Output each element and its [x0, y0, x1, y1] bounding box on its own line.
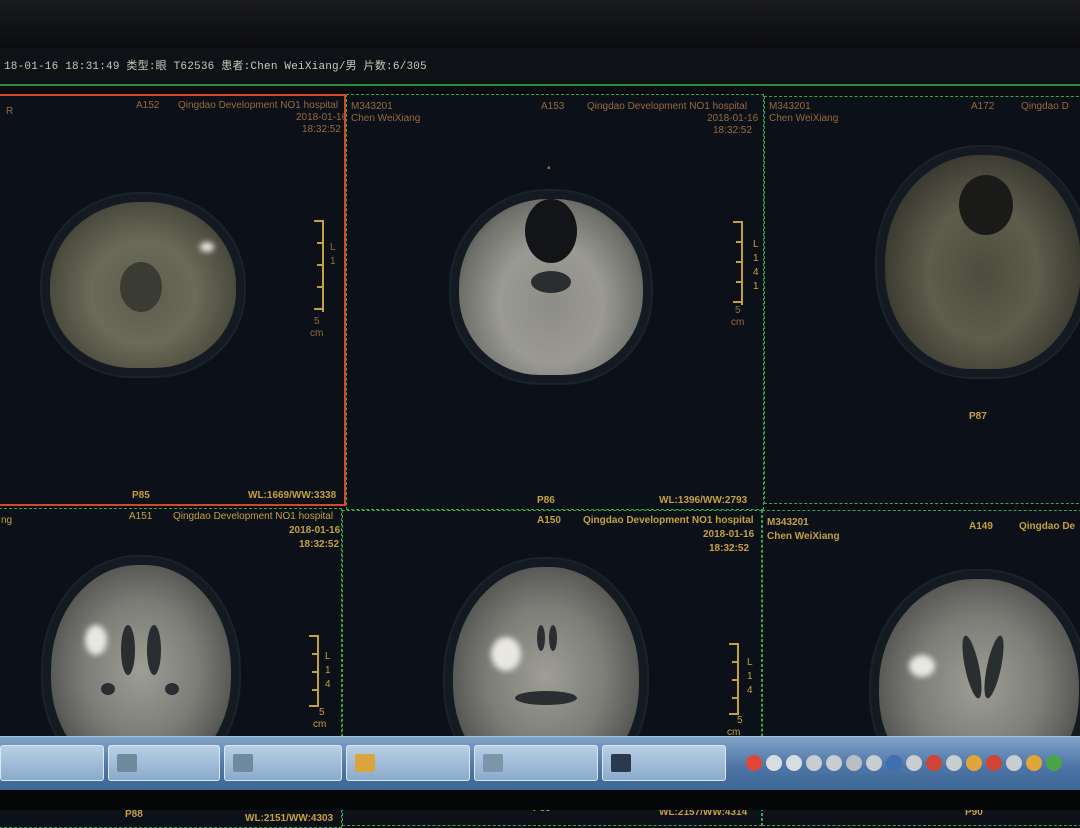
- app-icon: [117, 754, 137, 772]
- patient-id: M343201: [769, 101, 811, 112]
- study-info-text: 18-01-16 18:31:49 类型:眼 T62536 患者:Chen We…: [4, 61, 427, 73]
- folder-icon: [355, 754, 375, 772]
- orient-4: 4: [753, 267, 759, 278]
- windows-taskbar: [0, 736, 1080, 791]
- scale-unit: cm: [731, 317, 745, 328]
- tray-icon[interactable]: [786, 755, 802, 771]
- hospital-name: Qingdao Development NO1 hospital: [583, 515, 754, 526]
- scale-ruler: [314, 220, 328, 312]
- scale-unit: cm: [313, 719, 327, 730]
- tray-icon[interactable]: [986, 755, 1002, 771]
- slice-label: A149: [969, 521, 993, 532]
- tray-icon[interactable]: [766, 755, 782, 771]
- scale-ruler: [733, 221, 747, 305]
- scale-number: 5: [737, 715, 743, 726]
- slice-label: A153: [541, 101, 565, 112]
- hospital-name: Qingdao Development NO1 hospital: [173, 511, 334, 522]
- hospital-name: Qingdao Development NO1 hospital: [587, 101, 748, 112]
- study-date: 2018-01-16: [289, 525, 341, 536]
- patient-name: Chen WeiXiang: [351, 113, 421, 124]
- image-label: P86: [537, 495, 555, 506]
- help-icon[interactable]: [886, 755, 902, 771]
- scale-unit: cm: [310, 328, 324, 339]
- scale-number: 5: [735, 305, 741, 316]
- brain-slice-image: [459, 199, 643, 375]
- tray-icon[interactable]: [926, 755, 942, 771]
- scale-number: 5: [314, 316, 320, 327]
- tray-icon[interactable]: [1026, 755, 1042, 771]
- patient-id: M343201: [767, 517, 809, 528]
- orient-0: L: [325, 651, 331, 662]
- patient-id: M343201: [351, 101, 393, 112]
- orient-2: 1: [325, 665, 331, 676]
- study-time: 18:32:52: [302, 124, 341, 135]
- monitor-icon: [611, 754, 631, 772]
- orient-2: 1: [747, 671, 753, 682]
- orient-4: 4: [325, 679, 331, 690]
- window-level: WL:1396/WW:2793: [659, 495, 748, 506]
- viewport-p87[interactable]: M343201 Chen WeiXiang A172 Qingdao D P87: [764, 96, 1080, 504]
- tray-icon[interactable]: [1046, 755, 1062, 771]
- image-grid: R A152 Qingdao Development NO1 hospital …: [0, 90, 1080, 828]
- orient-6: 1: [753, 281, 759, 292]
- scale-number: 5: [319, 707, 325, 718]
- viewport-p85[interactable]: R A152 Qingdao Development NO1 hospital …: [0, 94, 346, 506]
- scale-ruler: [729, 643, 743, 715]
- tray-icon[interactable]: [966, 755, 982, 771]
- taskbar-button-2[interactable]: [108, 745, 220, 781]
- orient-0: L: [330, 242, 336, 253]
- viewport-p86[interactable]: A153 Qingdao Development NO1 hospital M3…: [346, 94, 764, 510]
- image-label: P85: [132, 490, 150, 501]
- taskbar-button-1[interactable]: [0, 745, 104, 781]
- taskbar-button-4[interactable]: [346, 745, 470, 781]
- keyboard-icon[interactable]: [826, 755, 842, 771]
- brain-slice-image: [50, 202, 236, 368]
- tray-icon[interactable]: [1006, 755, 1022, 771]
- marker-glyph: ▪: [547, 163, 551, 174]
- patient-name: Chen WeiXiang: [767, 531, 840, 542]
- slice-label: A150: [537, 515, 561, 526]
- orient-4: 4: [747, 685, 753, 696]
- scale-ruler: [309, 635, 323, 707]
- left-tag: R: [6, 106, 14, 117]
- slice-label: A172: [971, 101, 995, 112]
- hospital-name: Qingdao De: [1019, 521, 1076, 532]
- monitor-bezel: [0, 0, 1080, 48]
- orient-2: 1: [330, 256, 336, 267]
- taskbar-button-6[interactable]: [602, 745, 726, 781]
- tray-icon[interactable]: [806, 755, 822, 771]
- settings-icon[interactable]: [866, 755, 882, 771]
- study-date: 2018-01-16: [296, 112, 346, 123]
- slice-label: A151: [129, 511, 153, 522]
- brain-slice-image: [885, 155, 1080, 369]
- orient-0: L: [753, 239, 759, 250]
- hospital-name: Qingdao D: [1021, 101, 1069, 112]
- study-time: 18:32:52: [713, 125, 752, 136]
- study-date: 2018-01-16: [707, 113, 759, 124]
- app-icon: [233, 754, 253, 772]
- left-tag: ng: [1, 515, 13, 526]
- window-level: WL:1669/WW:3338: [248, 490, 337, 501]
- image-label: P88: [125, 809, 143, 820]
- hospital-name: Qingdao Development NO1 hospital: [178, 100, 339, 111]
- orient-2: 1: [753, 253, 759, 264]
- window-level: WL:2151/WW:4303: [245, 813, 334, 824]
- orient-0: L: [747, 657, 753, 668]
- tray-icon[interactable]: [946, 755, 962, 771]
- study-date: 2018-01-16: [703, 529, 755, 540]
- taskbar-button-3[interactable]: [224, 745, 342, 781]
- monitor-bezel-bottom: [0, 790, 1080, 810]
- study-time: 18:32:52: [299, 539, 340, 550]
- slice-label: A152: [136, 100, 160, 111]
- patient-name: Chen WeiXiang: [769, 113, 839, 124]
- tray-icon[interactable]: [906, 755, 922, 771]
- window-icon: [483, 754, 503, 772]
- tray-icon[interactable]: [846, 755, 862, 771]
- study-info-bar: 18-01-16 18:31:49 类型:眼 T62536 患者:Chen We…: [0, 48, 1080, 86]
- image-label: P87: [969, 411, 987, 422]
- input-method-icon[interactable]: [746, 755, 762, 771]
- study-time: 18:32:52: [709, 543, 750, 554]
- taskbar-button-5[interactable]: [474, 745, 598, 781]
